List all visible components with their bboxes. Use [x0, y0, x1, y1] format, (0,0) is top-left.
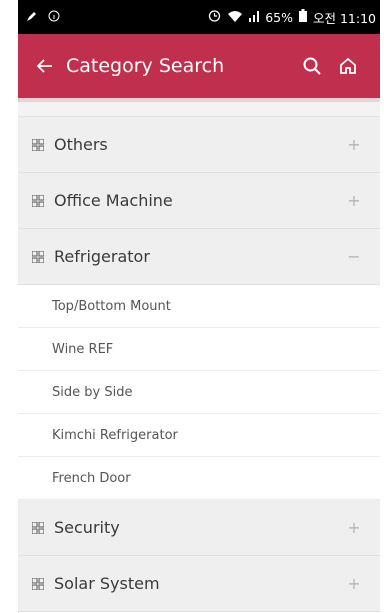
info-icon	[48, 10, 60, 25]
category-row-solar-system[interactable]: Solar System +	[18, 556, 380, 612]
expand-plus-icon[interactable]: +	[344, 574, 364, 593]
grid-icon	[32, 194, 46, 208]
category-label: Security	[54, 518, 120, 537]
battery-icon	[299, 9, 307, 25]
home-icon[interactable]	[330, 48, 366, 84]
grid-icon	[32, 250, 46, 264]
category-row-others[interactable]: Others +	[18, 117, 380, 173]
app-screen: 65% 오전 11:10 Category Search Others + Of…	[0, 0, 384, 613]
category-label: Office Machine	[54, 191, 173, 210]
clock-time: 오전 11:10	[313, 10, 376, 26]
grid-icon	[32, 138, 46, 152]
subcategory-item[interactable]: Side by Side	[18, 371, 380, 414]
wifi-icon	[227, 10, 243, 25]
status-bar: 65% 오전 11:10	[18, 0, 380, 34]
expand-plus-icon[interactable]: +	[344, 191, 364, 210]
grid-icon	[32, 577, 46, 591]
alarm-icon	[208, 9, 221, 25]
category-label: Solar System	[54, 574, 160, 593]
subcategory-item[interactable]: Top/Bottom Mount	[18, 285, 380, 328]
app-bar: Category Search	[18, 34, 380, 102]
search-icon[interactable]	[294, 48, 330, 84]
collapse-minus-icon[interactable]: −	[344, 247, 364, 266]
expand-plus-icon[interactable]: +	[344, 135, 364, 154]
subcategory-item[interactable]: French Door	[18, 457, 380, 500]
grid-icon	[32, 521, 46, 535]
category-label: Refrigerator	[54, 247, 150, 266]
list-top-spacer	[18, 102, 380, 117]
category-row-office-machine[interactable]: Office Machine +	[18, 173, 380, 229]
signal-icon	[249, 10, 260, 25]
category-row-security[interactable]: Security +	[18, 500, 380, 556]
expand-plus-icon[interactable]: +	[344, 518, 364, 537]
battery-percent: 65%	[265, 9, 293, 25]
subcategory-item[interactable]: Wine REF	[18, 328, 380, 371]
pen-icon	[26, 10, 38, 25]
back-arrow-icon[interactable]	[28, 56, 62, 76]
category-row-refrigerator[interactable]: Refrigerator −	[18, 229, 380, 285]
category-label: Others	[54, 135, 108, 154]
page-title: Category Search	[66, 55, 225, 77]
category-list: Others + Office Machine + Refrigerator −…	[18, 102, 380, 612]
subcategory-item[interactable]: Kimchi Refrigerator	[18, 414, 380, 457]
